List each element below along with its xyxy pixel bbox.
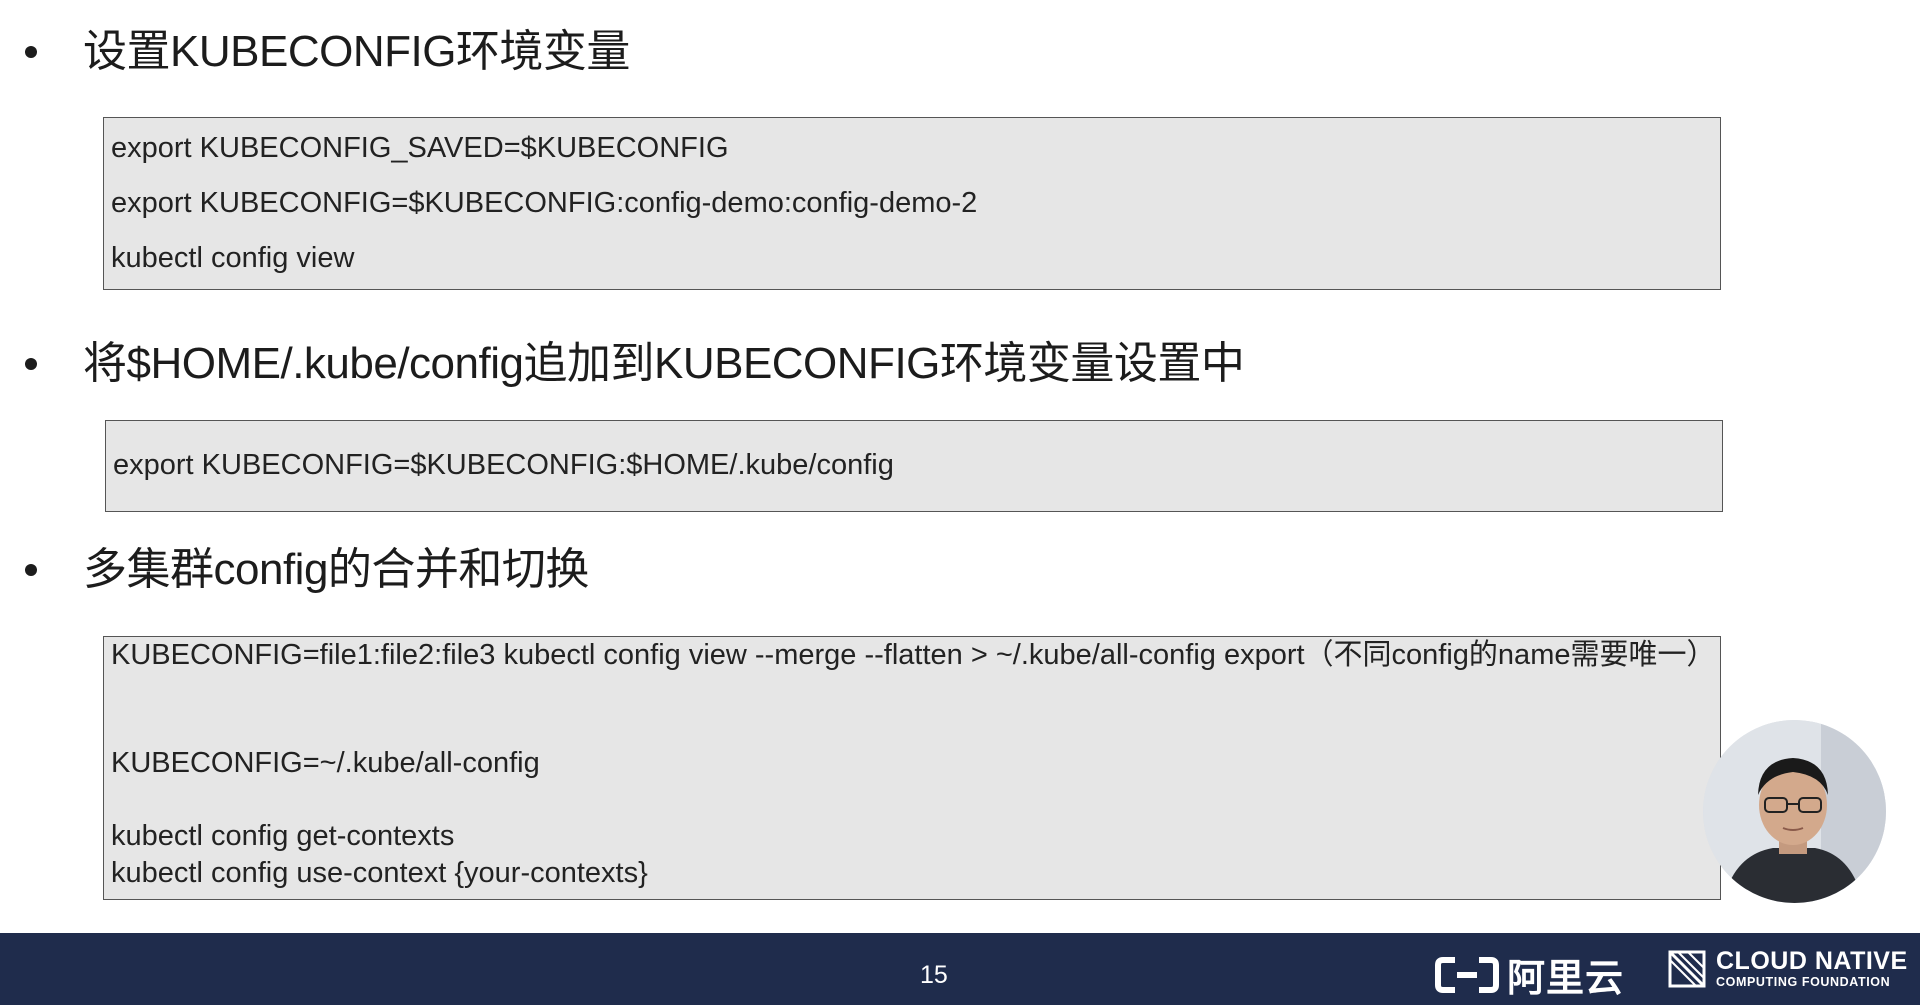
cncf-subtitle: COMPUTING FOUNDATION xyxy=(1716,975,1891,989)
cncf-title: CLOUD NATIVE xyxy=(1716,947,1908,975)
bullet-heading-1: 设置KUBECONFIG环境变量 xyxy=(22,30,630,74)
cncf-brand: CLOUD NATIVE COMPUTING FOUNDATION xyxy=(1668,949,1908,989)
code-block-3: KUBECONFIG=file1:file2:file3 kubectl con… xyxy=(103,636,1721,900)
slide: 设置KUBECONFIG环境变量 export KUBECONFIG_SAVED… xyxy=(0,0,1920,1005)
code-line: kubectl config get-contexts xyxy=(111,820,455,852)
cncf-wordmark: CLOUD NATIVE COMPUTING FOUNDATION xyxy=(1716,949,1908,989)
code-block-2: export KUBECONFIG=$KUBECONFIG:$HOME/.kub… xyxy=(105,420,1723,512)
bullet-dot xyxy=(25,46,37,58)
aliyun-brand: 阿里云 xyxy=(1435,947,1624,1002)
code-line: export KUBECONFIG=$KUBECONFIG:config-dem… xyxy=(111,187,978,219)
bullet-dot xyxy=(25,358,37,370)
code-line: KUBECONFIG=~/.kube/all-config xyxy=(111,747,540,779)
heading-text: 设置KUBECONFIG环境变量 xyxy=(83,27,630,76)
page-number: 15 xyxy=(920,961,948,989)
slide-footer: 15 阿里云 CLOUD NATIVE COMPUTING FOUNDATION xyxy=(0,933,1920,1005)
presenter-webcam xyxy=(1703,720,1886,903)
code-line: export KUBECONFIG_SAVED=$KUBECONFIG xyxy=(111,132,729,164)
code-line: kubectl config use-context {your-context… xyxy=(111,857,648,889)
code-line: export KUBECONFIG=$KUBECONFIG:$HOME/.kub… xyxy=(113,449,894,481)
aliyun-logo-icon xyxy=(1435,956,1499,994)
bullet-heading-2: 将$HOME/.kube/config追加到KUBECONFIG环境变量设置中 xyxy=(22,339,1245,388)
bullet-heading-3: 多集群config的合并和切换 xyxy=(22,548,589,592)
code-line: KUBECONFIG=file1:file2:file3 kubectl con… xyxy=(111,639,1716,671)
code-line: kubectl config view xyxy=(111,242,355,274)
aliyun-wordmark: 阿里云 xyxy=(1507,958,1625,1000)
heading-text: 将$HOME/.kube/config追加到KUBECONFIG环境变量设置中 xyxy=(83,339,1245,388)
bullet-dot xyxy=(25,564,37,576)
heading-text: 多集群config的合并和切换 xyxy=(83,545,589,594)
presenter-silhouette-icon xyxy=(1703,720,1886,903)
code-block-1: export KUBECONFIG_SAVED=$KUBECONFIG expo… xyxy=(103,117,1721,290)
cncf-logo-icon xyxy=(1668,950,1706,988)
